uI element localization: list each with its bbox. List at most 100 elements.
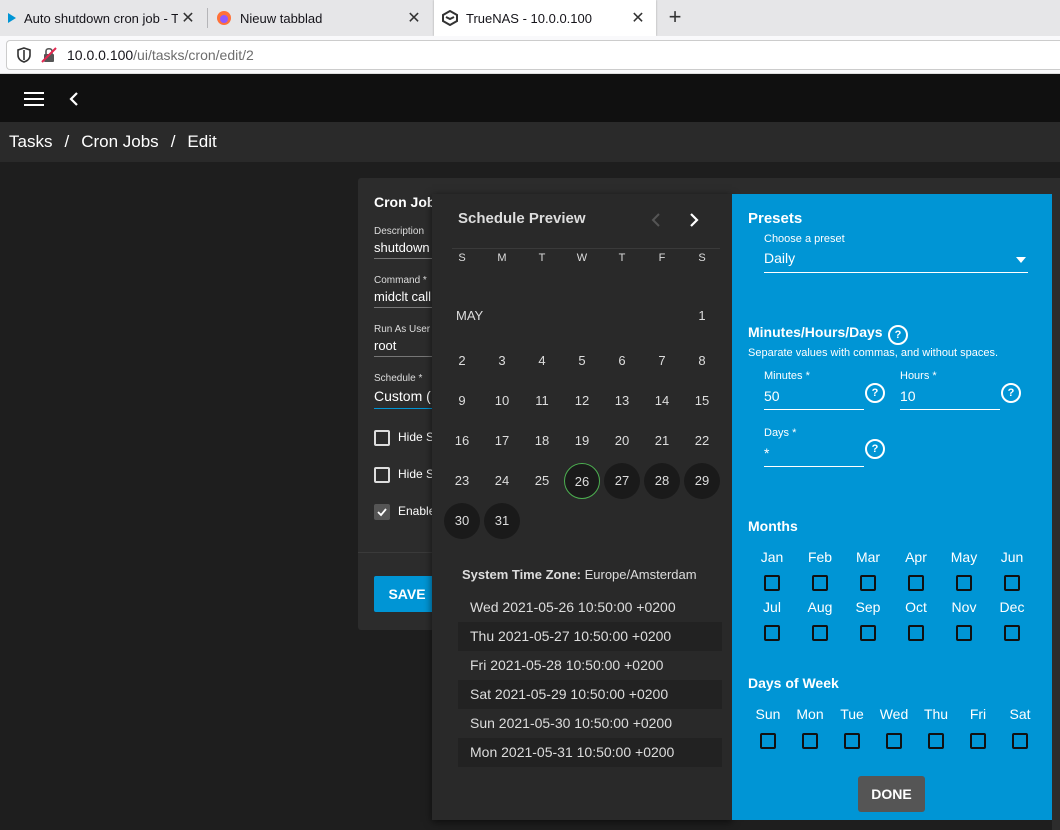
weekday-label: Wed xyxy=(879,706,909,722)
month-checkbox[interactable] xyxy=(764,575,780,591)
enabled-checkbox[interactable] xyxy=(374,504,390,520)
days-input[interactable]: * xyxy=(764,445,769,461)
breadcrumb: Tasks / Cron Jobs / Edit xyxy=(0,122,1060,162)
collapse-chevron-icon[interactable] xyxy=(68,91,80,107)
weekday-checkbox[interactable] xyxy=(928,733,944,749)
month-label: Aug xyxy=(807,599,833,615)
months-title: Months xyxy=(748,518,798,534)
calendar-day: 1 xyxy=(698,308,706,323)
month-checkbox[interactable] xyxy=(860,625,876,641)
tab-cron-job[interactable]: Auto shutdown cron job - TrueNAS ✕ xyxy=(0,0,206,36)
breadcrumb-tasks[interactable]: Tasks xyxy=(9,132,52,152)
preset-label: Choose a preset xyxy=(764,233,845,245)
field-underline xyxy=(764,409,864,410)
weekday-header: M xyxy=(497,252,507,264)
hide-stderr-checkbox[interactable] xyxy=(374,467,390,483)
help-icon[interactable]: ? xyxy=(865,383,885,403)
calendar-day: 29 xyxy=(684,463,720,499)
run-time-row: Sun 2021-05-30 10:50:00 +0200 xyxy=(470,715,673,731)
description-field[interactable]: shutdown t xyxy=(374,240,437,255)
calendar-day: 11 xyxy=(535,393,549,408)
calendar-day: 17 xyxy=(494,433,510,448)
calendar-day: 16 xyxy=(454,433,470,448)
month-checkbox[interactable] xyxy=(812,575,828,591)
hide-stdout-label: Hide S xyxy=(398,430,435,444)
weekday-checkbox[interactable] xyxy=(886,733,902,749)
tab-title: Auto shutdown cron job - TrueNAS xyxy=(24,10,178,26)
month-checkbox[interactable] xyxy=(812,625,828,641)
hide-stdout-checkbox[interactable] xyxy=(374,430,390,446)
done-button[interactable]: DONE xyxy=(858,776,925,812)
firefox-icon xyxy=(217,11,231,25)
hours-label: Hours * xyxy=(900,370,937,382)
month-checkbox[interactable] xyxy=(956,625,972,641)
calendar-month-label: MAY xyxy=(456,308,484,323)
user-field[interactable]: root xyxy=(374,338,396,353)
weekday-checkbox[interactable] xyxy=(760,733,776,749)
field-underline xyxy=(374,258,434,259)
close-icon[interactable]: ✕ xyxy=(178,8,198,28)
help-icon[interactable]: ? xyxy=(888,325,908,345)
weekday-checkbox[interactable] xyxy=(970,733,986,749)
mhd-hint: Separate values with commas, and without… xyxy=(748,347,999,359)
weekday-checkbox[interactable] xyxy=(844,733,860,749)
browser-tab-bar: Auto shutdown cron job - TrueNAS ✕ Nieuw… xyxy=(0,0,1060,36)
field-underline xyxy=(374,408,434,409)
menu-icon[interactable] xyxy=(24,91,44,107)
new-tab-icon[interactable]: + xyxy=(664,4,686,30)
calendar-day: 13 xyxy=(614,393,630,408)
help-icon[interactable]: ? xyxy=(865,439,885,459)
weekday-header: T xyxy=(538,252,546,264)
month-checkbox[interactable] xyxy=(908,625,924,641)
calendar-day: 8 xyxy=(698,353,706,368)
command-field[interactable]: midclt call xyxy=(374,289,431,304)
next-month-icon[interactable] xyxy=(682,208,706,232)
url-field[interactable]: 10.0.0.100/ui/tasks/cron/edit/2 xyxy=(6,40,1060,70)
schedule-field[interactable]: Custom ( xyxy=(374,388,431,404)
close-icon[interactable]: ✕ xyxy=(404,8,424,28)
weekday-label: Tue xyxy=(840,706,864,722)
presets-title: Presets xyxy=(748,210,803,227)
tab-new-tab[interactable]: Nieuw tabblad ✕ xyxy=(208,0,432,36)
calendar-day: 18 xyxy=(534,433,550,448)
mhd-title: Minutes/Hours/Days xyxy=(748,324,883,340)
save-button[interactable]: SAVE xyxy=(374,576,440,612)
url-host: 10.0.0.100 xyxy=(67,47,134,63)
calendar-day: 6 xyxy=(618,353,626,368)
month-checkbox[interactable] xyxy=(956,575,972,591)
hours-input[interactable]: 10 xyxy=(900,388,916,404)
calendar-day: 3 xyxy=(498,353,506,368)
month-label: Sep xyxy=(855,599,881,615)
month-checkbox[interactable] xyxy=(764,625,780,641)
weekday-checkbox[interactable] xyxy=(1012,733,1028,749)
month-label: Jun xyxy=(1000,549,1024,565)
calendar-day: 26 xyxy=(564,463,600,499)
calendar-day: 31 xyxy=(484,503,520,539)
days-of-week-title: Days of Week xyxy=(748,675,839,691)
preset-select[interactable]: Daily xyxy=(764,250,1028,272)
month-label: Nov xyxy=(951,599,977,615)
calendar-day: 5 xyxy=(578,353,586,368)
tab-truenas[interactable]: TrueNAS - 10.0.0.100 ✕ xyxy=(434,0,656,36)
weekday-header: T xyxy=(618,252,626,264)
close-icon[interactable]: ✕ xyxy=(628,8,648,28)
calendar-day: 2 xyxy=(458,353,466,368)
month-label: Apr xyxy=(905,549,927,565)
month-checkbox[interactable] xyxy=(1004,625,1020,641)
month-checkbox[interactable] xyxy=(1004,575,1020,591)
month-label: Oct xyxy=(905,599,927,615)
calendar-day: 20 xyxy=(614,433,630,448)
scheduler-panel: Presets Choose a preset Daily Minutes/Ho… xyxy=(732,194,1052,820)
breadcrumb-cron-jobs[interactable]: Cron Jobs xyxy=(81,132,158,152)
month-checkbox[interactable] xyxy=(860,575,876,591)
month-checkbox[interactable] xyxy=(908,575,924,591)
previous-month-icon[interactable] xyxy=(644,208,668,232)
month-label: Mar xyxy=(855,549,881,565)
calendar-day: 15 xyxy=(694,393,710,408)
minutes-label: Minutes * xyxy=(764,370,810,382)
help-icon[interactable]: ? xyxy=(1001,383,1021,403)
run-time-row: Mon 2021-05-31 10:50:00 +0200 xyxy=(458,738,722,767)
weekday-checkbox[interactable] xyxy=(802,733,818,749)
minutes-input[interactable]: 50 xyxy=(764,388,780,404)
timezone-info: System Time Zone: Europe/Amsterdam xyxy=(462,567,697,582)
